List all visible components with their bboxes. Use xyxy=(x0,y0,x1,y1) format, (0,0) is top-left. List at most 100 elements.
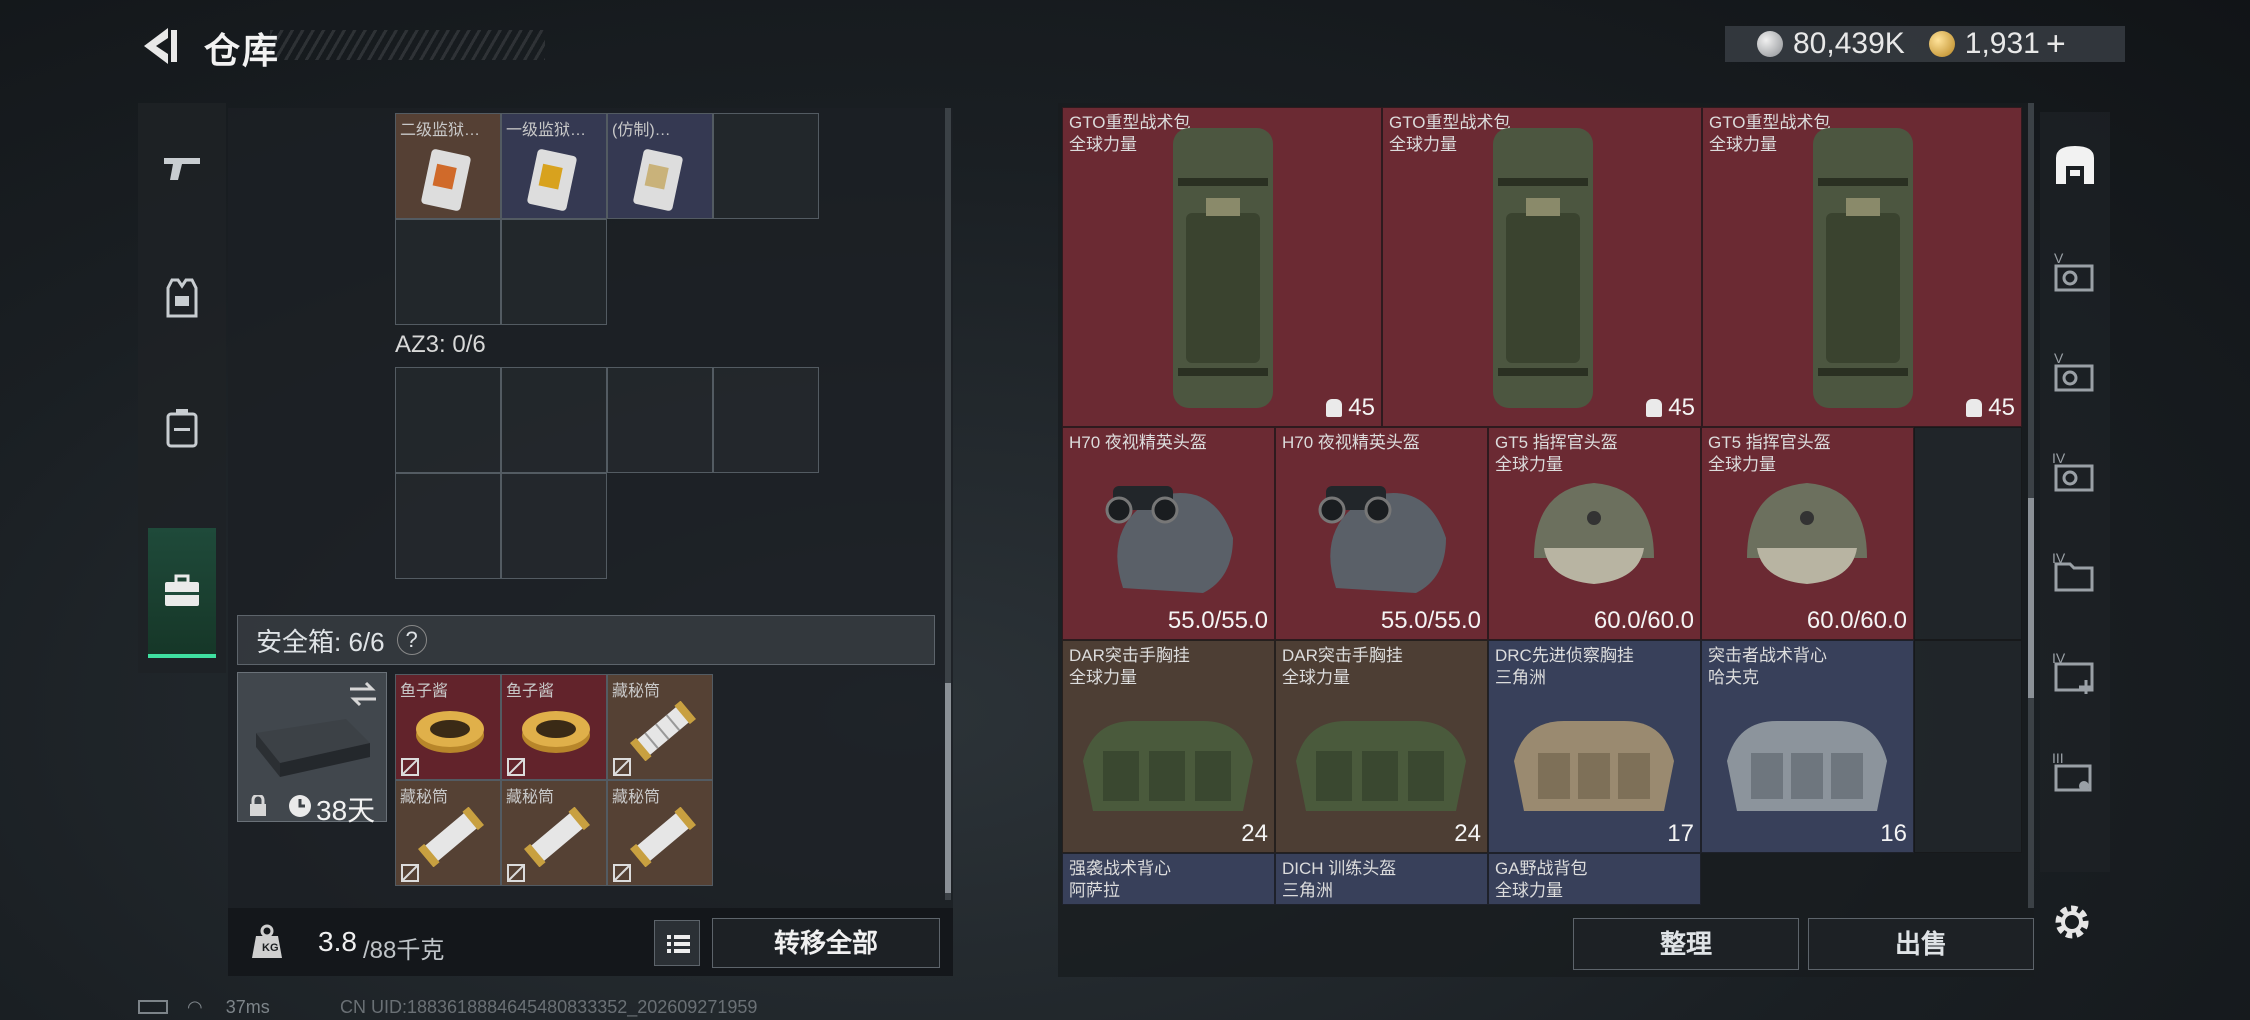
item-label: 藏秘筒 xyxy=(612,683,661,700)
tab-weapons[interactable] xyxy=(138,103,226,233)
grid-item-3[interactable]: (仿制)… xyxy=(607,113,713,219)
stash-item-vest-5[interactable]: 强袭战术背心 阿萨拉 xyxy=(1062,853,1275,905)
stash-item-helmet-1[interactable]: H70 夜视精英头盔 55.0/55.0 xyxy=(1062,427,1275,640)
grid-slot[interactable] xyxy=(713,367,819,473)
tier-label: IV xyxy=(2052,550,2066,566)
stash-item-helmet-5[interactable]: DICH 训练头盔 三角洲 xyxy=(1275,853,1488,905)
item-label: 二级监狱… xyxy=(400,122,481,139)
stash-item-vest-3[interactable]: DRC先进侦察胸挂 三角洲 17 xyxy=(1488,640,1701,853)
safebox-item-3[interactable]: 藏秘筒 xyxy=(607,674,713,780)
chest-rig-icon xyxy=(1514,721,1674,811)
grid-slot[interactable] xyxy=(607,367,713,473)
status-bar: ◠ 37ms xyxy=(138,997,270,1018)
safebox-item-6[interactable]: 藏秘筒 xyxy=(607,780,713,886)
stash-item-vest-4[interactable]: 突击者战术背心 哈夫克 16 xyxy=(1701,640,1914,853)
stash-item-backpack-1[interactable]: GTO重型战术包 全球力量 45 xyxy=(1062,107,1382,427)
item-label: (仿制)… xyxy=(612,122,671,139)
grid-item-1[interactable]: 二级监狱… xyxy=(395,113,501,219)
stash-item-helmet-3[interactable]: GT5 指挥官头盔 全球力量 60.0/60.0 xyxy=(1488,427,1701,640)
tab-filter-1[interactable]: V xyxy=(2050,250,2100,300)
safebox-card[interactable]: 38天 xyxy=(237,672,387,826)
swap-icon xyxy=(350,681,376,707)
currency-bar: 80,439K 1,931 + xyxy=(1725,25,2125,64)
settings-button[interactable] xyxy=(2050,900,2094,944)
stash-item-vest-1[interactable]: DAR突击手胸挂 全球力量 24 xyxy=(1062,640,1275,853)
helmet-icon xyxy=(1534,483,1654,584)
sell-button[interactable]: 出售 xyxy=(1808,918,2034,970)
tab-armor[interactable] xyxy=(138,233,226,363)
capacity-value: 45 xyxy=(1646,394,1695,422)
ping-value: 37ms xyxy=(225,997,270,1017)
gold-amount: 1,931 xyxy=(1964,27,2040,60)
safebox-help-button[interactable]: ? xyxy=(396,625,427,655)
tactical-vest-icon xyxy=(1727,721,1887,811)
keycard-icon xyxy=(421,149,471,211)
stash-item-helmet-2[interactable]: H70 夜视精英头盔 55.0/55.0 xyxy=(1275,427,1488,640)
briefcase-icon xyxy=(165,574,199,606)
list-view-button[interactable] xyxy=(654,920,700,966)
tab-filter-6[interactable]: III xyxy=(2050,750,2100,800)
tab-filter-4[interactable]: IV xyxy=(2050,550,2100,600)
right-scrollbar-thumb[interactable] xyxy=(2028,498,2034,698)
stash-item-vest-2[interactable]: DAR突击手胸挂 全球力量 24 xyxy=(1275,640,1488,853)
grid-slot[interactable] xyxy=(395,473,501,579)
right-sidebar: V V IV IV IV III xyxy=(2040,112,2110,872)
item-name: GA野战背包 xyxy=(1495,859,1588,878)
no-trade-icon xyxy=(507,758,525,776)
item-label: 鱼子酱 xyxy=(506,683,555,700)
no-trade-icon xyxy=(507,864,525,882)
capacity-icon xyxy=(1966,399,1983,417)
tab-filter-2[interactable]: V xyxy=(2050,350,2100,400)
grid-slot[interactable] xyxy=(395,219,501,325)
no-trade-icon xyxy=(613,758,631,776)
sort-button[interactable]: 整理 xyxy=(1573,918,1799,970)
add-currency-button[interactable]: + xyxy=(2046,25,2066,64)
grid-slot[interactable] xyxy=(395,367,501,473)
grid-slot[interactable] xyxy=(713,113,819,219)
safebox-item-2[interactable]: 鱼子酱 xyxy=(501,674,607,780)
stash-item-backpack-4[interactable]: GA野战背包 全球力量 xyxy=(1488,853,1701,905)
stash-item-backpack-3[interactable]: GTO重型战术包 全球力量 45 xyxy=(1702,107,2022,427)
tab-safebox[interactable] xyxy=(148,528,216,658)
stash-item-backpack-2[interactable]: GTO重型战术包 全球力量 45 xyxy=(1382,107,1702,427)
caviar-tin-icon xyxy=(522,711,590,753)
back-button[interactable] xyxy=(138,24,182,68)
empty-slot[interactable] xyxy=(1914,427,2022,640)
tier-label: IV xyxy=(2052,450,2066,466)
item-label: 鱼子酱 xyxy=(400,683,449,700)
safebox-item-1[interactable]: 鱼子酱 xyxy=(395,674,501,780)
chest-rig-icon xyxy=(1296,721,1466,811)
empty-slot[interactable] xyxy=(1914,640,2022,853)
gold-coin-icon xyxy=(1928,31,1955,57)
grid-slot[interactable] xyxy=(501,473,607,579)
gear-icon xyxy=(2055,905,2089,939)
safebox-item-4[interactable]: 藏秘筒 xyxy=(395,780,501,886)
back-arrow-icon xyxy=(144,28,177,64)
item-origin: 三角洲 xyxy=(1495,668,1546,687)
keycard-icon xyxy=(633,149,683,211)
grid-slot[interactable] xyxy=(501,367,607,473)
item-origin: 哈夫克 xyxy=(1708,668,1759,687)
tab-filter-3[interactable]: IV xyxy=(2050,450,2100,500)
grid-item-2[interactable]: 一级监狱… xyxy=(501,113,607,219)
tab-backpack[interactable] xyxy=(138,363,226,493)
item-origin: 三角洲 xyxy=(1282,881,1333,900)
safebox-item-5[interactable]: 藏秘筒 xyxy=(501,780,607,886)
tier-label: V xyxy=(2054,250,2064,266)
uid-text: CN UID:1883618884645480833352_2026092719… xyxy=(340,997,758,1017)
list-icon xyxy=(667,935,690,953)
tab-all-items[interactable] xyxy=(2050,140,2100,190)
item-origin: 全球力量 xyxy=(1709,135,1777,154)
tab-filter-5[interactable]: IV xyxy=(2050,650,2100,700)
grid-slot[interactable] xyxy=(501,219,607,325)
left-scrollbar-thumb[interactable] xyxy=(945,683,951,893)
backpack-icon xyxy=(1493,128,1593,408)
left-scrollbar-track[interactable] xyxy=(945,108,951,900)
clock-icon xyxy=(289,795,311,817)
stash-item-helmet-4[interactable]: GT5 指挥官头盔 全球力量 60.0/60.0 xyxy=(1701,427,1914,640)
item-origin: 全球力量 xyxy=(1069,135,1137,154)
helmet-icon xyxy=(1747,483,1867,584)
tier-label: IV xyxy=(2052,650,2066,666)
transfer-all-button[interactable]: 转移全部 xyxy=(712,918,940,968)
right-scrollbar-track[interactable] xyxy=(2028,103,2034,908)
